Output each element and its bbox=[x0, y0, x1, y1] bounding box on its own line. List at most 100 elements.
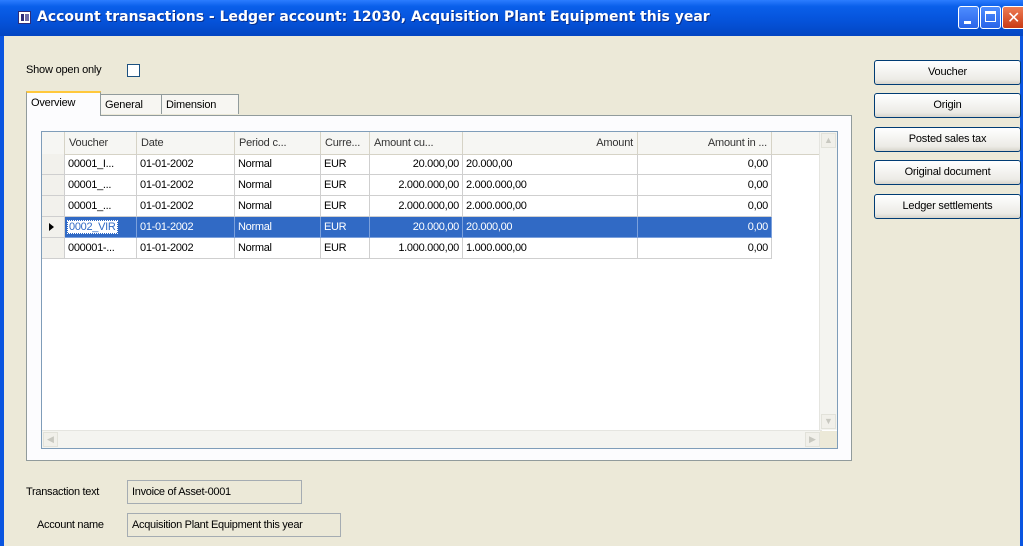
maximize-button[interactable] bbox=[980, 6, 1001, 29]
cell-amount-currency-text: 20.000,00 bbox=[412, 158, 460, 170]
column-header-amount-in[interactable]: Amount in ... bbox=[638, 132, 772, 154]
vertical-scrollbar[interactable]: ▲ ▼ bbox=[819, 132, 837, 430]
cell-currency[interactable]: EUR bbox=[321, 154, 370, 175]
account-name-field[interactable]: Acquisition Plant Equipment this year bbox=[127, 513, 341, 537]
cell-currency[interactable]: EUR bbox=[321, 238, 370, 259]
cell-amount-currency-text: 1.000.000,00 bbox=[398, 242, 459, 254]
cell-date[interactable]: 01-01-2002 bbox=[137, 154, 235, 175]
cell-amount-currency[interactable]: 20.000,00 bbox=[370, 217, 463, 238]
table-row[interactable]: 00001_I... 01-01-2002 Normal EUR 20.000,00 20… bbox=[42, 154, 822, 175]
row-selector[interactable] bbox=[42, 217, 65, 238]
cell-period-code-text: Normal bbox=[238, 221, 272, 233]
column-header-period-code[interactable]: Period c... bbox=[235, 132, 321, 154]
cell-voucher-text: 00001_I... bbox=[68, 158, 114, 170]
table-row[interactable]: 0002_VIR 01-01-2002 Normal EUR 20.000,00 20.0… bbox=[42, 217, 822, 238]
cell-date-text: 01-01-2002 bbox=[140, 179, 194, 191]
cell-currency[interactable]: EUR bbox=[321, 196, 370, 217]
scrollbar-corner bbox=[820, 431, 837, 448]
cell-date[interactable]: 01-01-2002 bbox=[137, 175, 235, 196]
row-selector[interactable] bbox=[42, 175, 65, 196]
cell-period-code[interactable]: Normal bbox=[235, 175, 321, 196]
cell-amount[interactable]: 20.000,00 bbox=[463, 154, 638, 175]
voucher-button[interactable]: Voucher bbox=[874, 60, 1021, 85]
transaction-text-field[interactable]: Invoice of Asset-0001 bbox=[127, 480, 302, 504]
table-row[interactable]: 00001_... 01-01-2002 Normal EUR 2.000.000,00… bbox=[42, 196, 822, 217]
cell-voucher-text: 00001_... bbox=[68, 179, 112, 191]
cell-amount-in[interactable]: 0,00 bbox=[638, 175, 772, 196]
column-header-currency[interactable]: Curre... bbox=[321, 132, 370, 154]
cell-voucher[interactable]: 0002_VIR bbox=[65, 217, 137, 238]
minimize-button[interactable] bbox=[958, 6, 979, 29]
ledger-settlements-button[interactable]: Ledger settlements bbox=[874, 194, 1021, 219]
cell-amount-in[interactable]: 0,00 bbox=[638, 217, 772, 238]
scroll-up-arrow-icon[interactable]: ▲ bbox=[821, 133, 836, 148]
cell-date-text: 01-01-2002 bbox=[140, 158, 194, 170]
cell-date-text: 01-01-2002 bbox=[140, 200, 194, 212]
cell-voucher[interactable]: 00001_I... bbox=[65, 154, 137, 175]
scroll-right-arrow-icon[interactable]: ▶ bbox=[805, 432, 820, 447]
cell-date[interactable]: 01-01-2002 bbox=[137, 238, 235, 259]
cell-period-code-text: Normal bbox=[238, 242, 272, 254]
cell-amount-in-text: 0,00 bbox=[747, 200, 769, 212]
original-document-button[interactable]: Original document bbox=[874, 160, 1021, 185]
cell-voucher[interactable]: 00001_... bbox=[65, 196, 137, 217]
scroll-left-arrow-icon[interactable]: ◀ bbox=[43, 432, 58, 447]
scroll-down-arrow-icon[interactable]: ▼ bbox=[821, 414, 836, 429]
cell-amount-in-text: 0,00 bbox=[747, 221, 769, 233]
cell-amount-in[interactable]: 0,00 bbox=[638, 196, 772, 217]
close-button[interactable]: ✕ bbox=[1002, 6, 1023, 29]
cell-amount[interactable]: 2.000.000,00 bbox=[463, 196, 638, 217]
cell-currency[interactable]: EUR bbox=[321, 217, 370, 238]
cell-voucher[interactable]: 00001_... bbox=[65, 175, 137, 196]
cell-currency-text: EUR bbox=[324, 242, 347, 254]
posted-sales-tax-button[interactable]: Posted sales tax bbox=[874, 127, 1021, 152]
cell-amount-in[interactable]: 0,00 bbox=[638, 238, 772, 259]
cell-period-code[interactable]: Normal bbox=[235, 238, 321, 259]
transaction-text-label: Transaction text bbox=[26, 486, 100, 498]
cell-currency-text: EUR bbox=[324, 200, 347, 212]
cell-period-code[interactable]: Normal bbox=[235, 196, 321, 217]
cell-amount[interactable]: 2.000.000,00 bbox=[463, 175, 638, 196]
row-selector[interactable] bbox=[42, 154, 65, 175]
origin-button[interactable]: Origin bbox=[874, 93, 1021, 118]
cell-date[interactable]: 01-01-2002 bbox=[137, 217, 235, 238]
cell-date-text: 01-01-2002 bbox=[140, 242, 194, 254]
table-row[interactable]: 00001_... 01-01-2002 Normal EUR 2.000.000,00… bbox=[42, 175, 822, 196]
cell-amount-text: 2.000.000,00 bbox=[466, 200, 527, 212]
row-selector[interactable] bbox=[42, 238, 65, 259]
cell-amount-currency[interactable]: 1.000.000,00 bbox=[370, 238, 463, 259]
window-app-icon[interactable] bbox=[18, 11, 31, 24]
cell-amount-currency[interactable]: 2.000.000,00 bbox=[370, 175, 463, 196]
cell-voucher-text: 000001-... bbox=[68, 242, 115, 254]
cell-amount[interactable]: 20.000,00 bbox=[463, 217, 638, 238]
tab-general[interactable]: General bbox=[100, 94, 162, 114]
cell-currency[interactable]: EUR bbox=[321, 175, 370, 196]
show-open-only-checkbox[interactable] bbox=[127, 64, 140, 77]
row-selector[interactable] bbox=[42, 196, 65, 217]
column-header-amount-currency[interactable]: Amount cu... bbox=[370, 132, 463, 154]
title-bar[interactable]: Account transactions - Ledger account: 1… bbox=[0, 0, 1023, 36]
column-header-date[interactable]: Date bbox=[137, 132, 235, 154]
column-header-voucher[interactable]: Voucher bbox=[65, 132, 137, 154]
cell-amount-in-text: 0,00 bbox=[747, 179, 769, 191]
cell-amount-in[interactable]: 0,00 bbox=[638, 154, 772, 175]
cell-voucher[interactable]: 000001-... bbox=[65, 238, 137, 259]
cell-date[interactable]: 01-01-2002 bbox=[137, 196, 235, 217]
tab-overview[interactable]: Overview bbox=[26, 91, 101, 116]
table-row[interactable]: 000001-... 01-01-2002 Normal EUR 1.000.000,0… bbox=[42, 238, 822, 259]
cell-amount-currency[interactable]: 20.000,00 bbox=[370, 154, 463, 175]
cell-period-code[interactable]: Normal bbox=[235, 217, 321, 238]
cell-voucher-text: 0002_VIR bbox=[67, 220, 118, 234]
transactions-grid[interactable]: Voucher Date Period c... Curre... Amount… bbox=[41, 131, 838, 449]
cell-amount-currency-text: 2.000.000,00 bbox=[398, 200, 459, 212]
horizontal-scrollbar[interactable]: ◀ ▶ bbox=[42, 430, 822, 448]
cell-amount[interactable]: 1.000.000,00 bbox=[463, 238, 638, 259]
cell-amount-currency[interactable]: 2.000.000,00 bbox=[370, 196, 463, 217]
cell-amount-in-text: 0,00 bbox=[747, 158, 769, 170]
cell-amount-text: 20.000,00 bbox=[466, 221, 513, 233]
window-title: Account transactions - Ledger account: 1… bbox=[37, 9, 710, 25]
column-header-amount[interactable]: Amount bbox=[463, 132, 638, 154]
overview-tab-panel: Voucher Date Period c... Curre... Amount… bbox=[26, 115, 852, 461]
cell-period-code[interactable]: Normal bbox=[235, 154, 321, 175]
tab-dimension[interactable]: Dimension bbox=[161, 94, 239, 114]
